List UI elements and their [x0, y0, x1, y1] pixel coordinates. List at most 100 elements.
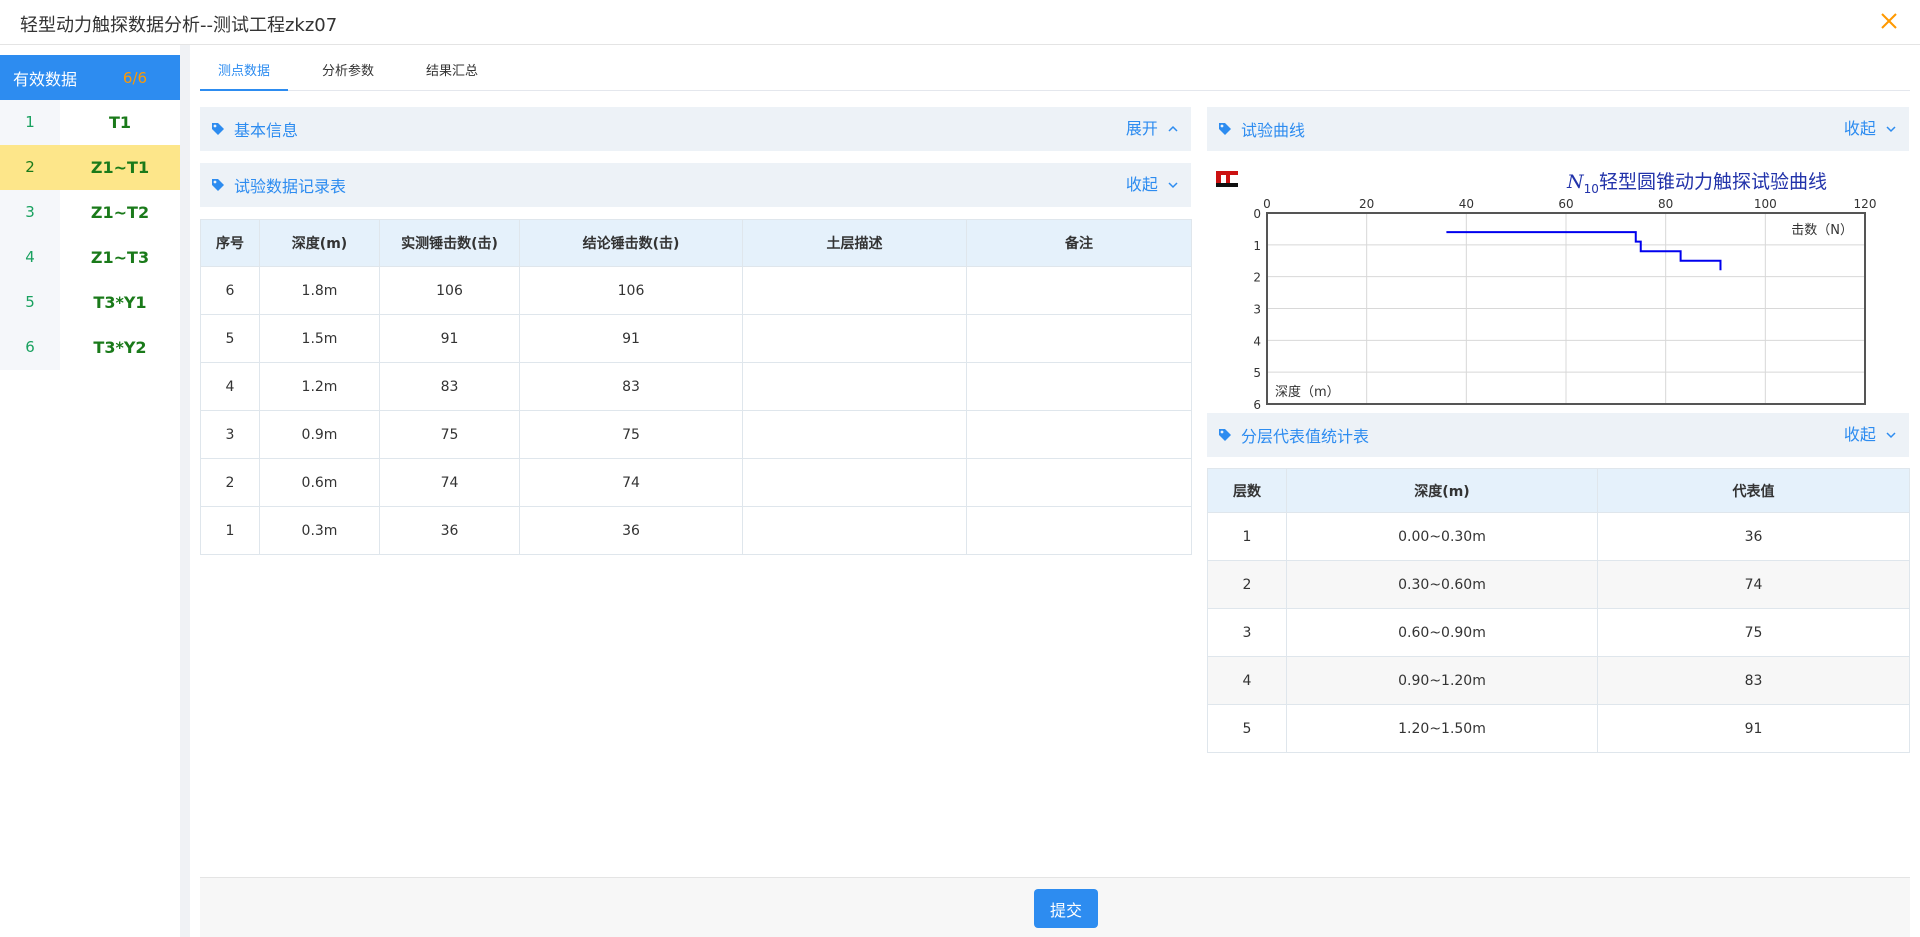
table-cell: 1	[1207, 512, 1287, 561]
chart-title-text: 轻型圆锥动力触探试验曲线	[1599, 171, 1827, 193]
tag-icon	[212, 123, 224, 135]
table-cell[interactable]	[966, 362, 1192, 411]
chart-y-tick: 2	[1253, 271, 1261, 285]
tag-icon	[212, 179, 224, 191]
chart-title-prefix: N	[1566, 171, 1585, 193]
chart-x-tick: 120	[1854, 197, 1877, 211]
table-cell[interactable]: 106	[379, 266, 520, 315]
chevron-up-icon	[1168, 125, 1178, 132]
test-curve-chart: N10轻型圆锥动力触探试验曲线 0 20 40 60 80 100 120 0 1 2 3 4 5 6 击…	[1216, 171, 1876, 410]
table-cell: 2	[200, 458, 260, 507]
chart-y-tick: 1	[1253, 239, 1261, 253]
basic-info-toggle[interactable]: 展开	[1126, 107, 1179, 151]
table-row: 4 1.2m 83 83	[200, 362, 1192, 411]
chart-grid	[1266, 212, 1866, 405]
record-table-panel-header: 试验数据记录表 收起	[200, 163, 1191, 207]
table-cell[interactable]: 75	[379, 410, 520, 459]
table-cell[interactable]	[966, 266, 1192, 315]
table-cell: 4	[200, 362, 260, 411]
sidebar-item-2[interactable]: 2 Z1~T1	[0, 145, 180, 190]
table-row: 3 0.60~0.90m 75	[1207, 608, 1910, 657]
table-cell: 5	[200, 314, 260, 363]
table-row: 4 0.90~1.20m 83	[1207, 656, 1910, 705]
table-cell: 91	[1597, 704, 1910, 753]
table-cell[interactable]: 75	[519, 410, 743, 459]
sidebar-item-4[interactable]: 4 Z1~T3	[0, 235, 180, 280]
tab-analysis-params[interactable]: 分析参数	[304, 55, 392, 91]
record-table-toggle[interactable]: 收起	[1126, 163, 1179, 207]
table-cell[interactable]: 91	[519, 314, 743, 363]
table-row: 1 0.3m 36 36	[200, 506, 1192, 555]
table-cell[interactable]: 91	[379, 314, 520, 363]
table-cell[interactable]	[742, 266, 967, 315]
tab-point-data[interactable]: 测点数据	[200, 55, 288, 91]
chevron-down-icon	[1168, 182, 1178, 189]
chart-y-label: 深度（m）	[1275, 384, 1340, 400]
sidebar-item-num: 1	[0, 100, 60, 145]
column-header: 序号	[200, 219, 260, 267]
sidebar-divider	[180, 45, 190, 937]
sidebar-item-6[interactable]: 6 T3*Y2	[0, 325, 180, 370]
table-cell[interactable]: 36	[519, 506, 743, 555]
table-cell[interactable]	[742, 506, 967, 555]
sidebar-item-name: Z1~T3	[90, 248, 150, 267]
table-cell: 36	[1597, 512, 1910, 561]
table-cell: 1	[200, 506, 260, 555]
table-cell[interactable]	[966, 506, 1192, 555]
chart-ticks: 0 20 40 60 80 100 120 0 1 2 3 4 5 6	[1253, 197, 1876, 410]
chart-y-tick: 6	[1253, 398, 1261, 410]
sidebar: 有效数据 6/6 1 T1 2 Z1~T1 3 Z1~T2 4 Z1~T3 5 …	[0, 55, 180, 937]
close-icon[interactable]	[1876, 8, 1902, 34]
chevron-down-icon	[1886, 126, 1896, 133]
record-table-title: 试验数据记录表	[234, 177, 347, 196]
column-header: 深度(m)	[1286, 468, 1598, 513]
table-cell[interactable]: 83	[379, 362, 520, 411]
table-cell: 0.30~0.60m	[1286, 560, 1598, 609]
submit-button[interactable]: 提交	[1034, 889, 1098, 928]
chart-x-tick: 80	[1658, 197, 1673, 211]
table-cell[interactable]	[966, 314, 1192, 363]
sidebar-item-num: 6	[0, 325, 60, 370]
chart-x-tick: 0	[1263, 197, 1271, 211]
table-cell[interactable]	[742, 410, 967, 459]
table-cell: 6	[200, 266, 260, 315]
table-cell[interactable]	[966, 410, 1192, 459]
sidebar-header: 有效数据 6/6	[0, 55, 180, 100]
table-header-row: 序号 深度(m) 实测锤击数(击) 结论锤击数(击) 土层描述 备注	[200, 219, 1192, 267]
chart-y-tick: 4	[1253, 334, 1261, 348]
table-cell[interactable]: 83	[519, 362, 743, 411]
table-cell: 0.6m	[259, 458, 380, 507]
sidebar-item-1[interactable]: 1 T1	[0, 100, 180, 145]
chart-title: N10轻型圆锥动力触探试验曲线	[1566, 171, 1827, 196]
table-cell: 0.90~1.20m	[1286, 656, 1598, 705]
chart-x-tick: 40	[1459, 197, 1474, 211]
chart-x-label: 击数（N）	[1791, 223, 1853, 238]
test-curve-toggle[interactable]: 收起	[1844, 107, 1897, 151]
table-cell: 0.00~0.30m	[1286, 512, 1598, 561]
table-cell[interactable]: 36	[379, 506, 520, 555]
table-cell: 2	[1207, 560, 1287, 609]
table-cell[interactable]	[966, 458, 1192, 507]
tab-result-summary[interactable]: 结果汇总	[408, 55, 496, 91]
toggle-label: 展开	[1125, 119, 1158, 138]
table-cell: 1.20~1.50m	[1286, 704, 1598, 753]
test-curve-title: 试验曲线	[1241, 121, 1306, 140]
column-header: 深度(m)	[259, 219, 380, 267]
column-header: 代表值	[1597, 468, 1910, 513]
table-cell: 83	[1597, 656, 1910, 705]
sidebar-item-name: Z1~T2	[90, 203, 150, 222]
sidebar-item-5[interactable]: 5 T3*Y1	[0, 280, 180, 325]
table-cell[interactable]	[742, 314, 967, 363]
chart-y-tick: 0	[1253, 207, 1261, 221]
table-cell: 4	[1207, 656, 1287, 705]
table-cell[interactable]: 106	[519, 266, 743, 315]
record-table: 序号 深度(m) 实测锤击数(击) 结论锤击数(击) 土层描述 备注 6 1.8…	[200, 219, 1192, 555]
table-cell[interactable]: 74	[519, 458, 743, 507]
table-cell[interactable]: 74	[379, 458, 520, 507]
test-curve-panel-header: 试验曲线 收起	[1207, 107, 1909, 151]
layer-stats-toggle[interactable]: 收起	[1844, 413, 1897, 457]
column-header: 备注	[966, 219, 1192, 267]
table-cell[interactable]	[742, 362, 967, 411]
table-cell[interactable]	[742, 458, 967, 507]
sidebar-item-3[interactable]: 3 Z1~T2	[0, 190, 180, 235]
